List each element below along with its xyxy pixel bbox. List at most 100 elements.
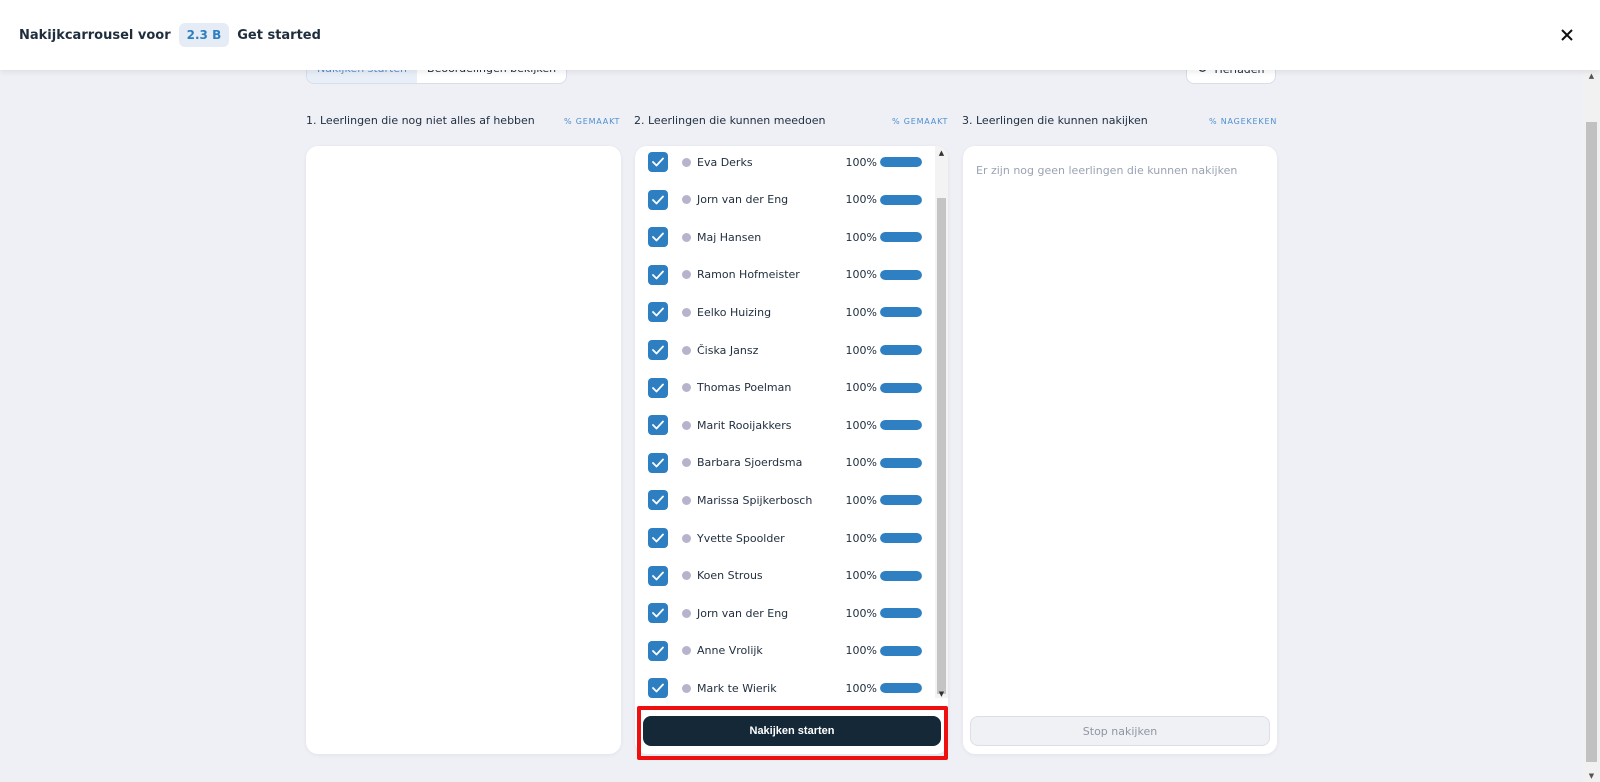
scroll-thumb[interactable] bbox=[937, 198, 946, 694]
student-checkbox[interactable] bbox=[648, 452, 668, 473]
group-badge: 2.3 B bbox=[178, 23, 230, 47]
check-icon bbox=[652, 571, 664, 580]
status-dot bbox=[682, 571, 691, 581]
check-icon bbox=[652, 383, 664, 392]
column-3-sub: % NAGEKEKEN bbox=[1209, 117, 1278, 126]
progress-bar bbox=[880, 683, 922, 694]
status-dot bbox=[682, 458, 691, 468]
progress-bar-fill bbox=[880, 345, 922, 355]
column-1-title: 1. Leerlingen die nog niet alles af hebb… bbox=[306, 114, 535, 127]
window-scroll-thumb[interactable] bbox=[1586, 122, 1597, 762]
panel-can-grade: Er zijn nog geen leerlingen die kunnen n… bbox=[963, 146, 1277, 754]
progress-bar-fill bbox=[880, 645, 922, 656]
student-checkbox[interactable] bbox=[648, 302, 668, 323]
student-row[interactable]: Thomas Poelman 100% bbox=[635, 369, 935, 407]
student-percentage: 100% bbox=[845, 193, 877, 207]
progress-bar bbox=[880, 345, 922, 355]
check-icon bbox=[652, 608, 664, 618]
student-checkbox[interactable] bbox=[648, 528, 668, 548]
panel-can-participate: Eva Derks 100% Jorn van der Eng 100% Maj Han… bbox=[635, 146, 948, 754]
student-checkbox[interactable] bbox=[648, 490, 668, 511]
student-row[interactable]: Marit Rooijakkers 100% bbox=[635, 406, 935, 444]
student-row[interactable]: Maj Hansen 100% bbox=[635, 218, 935, 256]
panel-not-finished bbox=[306, 146, 621, 754]
window-scroll-up-icon[interactable]: ▲ bbox=[1587, 72, 1596, 80]
progress-bar bbox=[880, 645, 922, 656]
student-percentage: 100% bbox=[845, 681, 877, 695]
student-row[interactable]: Marissa Spijkerbosch 100% bbox=[635, 481, 935, 519]
window-scroll-down-icon[interactable]: ▼ bbox=[1587, 772, 1596, 780]
student-row[interactable]: Čiska Jansz 100% bbox=[635, 331, 935, 369]
student-checkbox[interactable] bbox=[648, 678, 668, 699]
progress-bar-fill bbox=[880, 420, 922, 431]
scroll-up-icon[interactable]: ▲ bbox=[937, 149, 946, 157]
student-row[interactable]: Koen Strous 100% bbox=[635, 557, 935, 595]
student-checkbox[interactable] bbox=[648, 227, 668, 248]
progress-bar bbox=[880, 608, 922, 619]
progress-bar bbox=[880, 269, 922, 280]
student-name: Ramon Hofmeister bbox=[697, 268, 800, 282]
student-row[interactable]: Barbara Sjoerdsma 100% bbox=[635, 444, 935, 482]
progress-bar bbox=[880, 232, 922, 243]
progress-bar bbox=[880, 307, 922, 318]
status-dot bbox=[682, 683, 691, 693]
progress-bar bbox=[880, 533, 922, 543]
student-checkbox[interactable] bbox=[648, 264, 668, 285]
check-icon bbox=[652, 458, 664, 468]
status-dot bbox=[682, 420, 691, 430]
student-checkbox[interactable] bbox=[648, 640, 668, 661]
status-dot bbox=[682, 270, 691, 280]
check-icon bbox=[652, 157, 664, 167]
student-percentage: 100% bbox=[845, 305, 877, 319]
stop-grading-button[interactable]: Stop nakijken bbox=[970, 716, 1270, 746]
student-name: Mark te Wierik bbox=[697, 681, 777, 695]
app-window: Nakijken starten Beoordelingen bekijken … bbox=[0, 0, 1600, 782]
student-checkbox[interactable] bbox=[648, 415, 668, 436]
check-icon bbox=[652, 646, 664, 656]
check-icon bbox=[652, 533, 664, 543]
start-grading-button[interactable]: Nakijken starten bbox=[643, 716, 941, 746]
student-name: Barbara Sjoerdsma bbox=[697, 456, 803, 470]
student-percentage: 100% bbox=[845, 418, 877, 432]
student-row[interactable]: Ramon Hofmeister 100% bbox=[635, 256, 935, 294]
student-percentage: 100% bbox=[845, 606, 877, 620]
student-checkbox[interactable] bbox=[648, 152, 668, 172]
student-checkbox[interactable] bbox=[648, 565, 668, 586]
progress-bar-fill bbox=[880, 232, 922, 243]
check-icon bbox=[652, 420, 664, 430]
student-percentage: 100% bbox=[845, 644, 877, 658]
student-name: Marit Rooijakkers bbox=[697, 418, 792, 432]
progress-bar-fill bbox=[880, 307, 922, 318]
window-scrollbar[interactable]: ▲ ▼ bbox=[1583, 70, 1600, 782]
column-3-title: 3. Leerlingen die kunnen nakijken bbox=[962, 114, 1148, 127]
student-percentage: 100% bbox=[845, 531, 877, 545]
student-percentage: 100% bbox=[845, 343, 877, 357]
student-row[interactable]: Jorn van der Eng 100% bbox=[635, 594, 935, 632]
student-percentage: 100% bbox=[845, 230, 877, 244]
progress-bar bbox=[880, 157, 922, 167]
progress-bar-fill bbox=[880, 194, 922, 205]
student-checkbox[interactable] bbox=[648, 189, 668, 210]
student-percentage: 100% bbox=[845, 569, 877, 583]
student-name: Anne Vrolijk bbox=[697, 644, 763, 658]
list-scrollbar[interactable]: ▲ ▼ bbox=[935, 146, 948, 698]
student-checkbox[interactable] bbox=[648, 603, 668, 624]
student-row[interactable]: Mark te Wierik 100% bbox=[635, 669, 935, 707]
status-dot bbox=[682, 195, 691, 205]
student-row[interactable]: Yvette Spoolder 100% bbox=[635, 519, 935, 557]
progress-bar bbox=[880, 570, 922, 581]
progress-bar bbox=[880, 420, 922, 431]
progress-bar-fill bbox=[880, 157, 922, 167]
scroll-down-icon[interactable]: ▼ bbox=[937, 690, 946, 698]
student-row[interactable]: Jorn van der Eng 100% bbox=[635, 181, 935, 219]
check-icon bbox=[652, 232, 664, 242]
student-row[interactable]: Eva Derks 100% bbox=[635, 146, 935, 181]
student-row[interactable]: Anne Vrolijk 100% bbox=[635, 632, 935, 670]
status-dot bbox=[682, 307, 691, 317]
student-checkbox[interactable] bbox=[648, 340, 668, 360]
student-checkbox[interactable] bbox=[648, 377, 668, 398]
modal-header: Nakijkcarrousel voor 2.3 B Get started bbox=[0, 0, 1600, 70]
check-icon bbox=[652, 683, 664, 693]
student-row[interactable]: Eelko Huizing 100% bbox=[635, 293, 935, 331]
close-icon[interactable] bbox=[1556, 24, 1578, 46]
